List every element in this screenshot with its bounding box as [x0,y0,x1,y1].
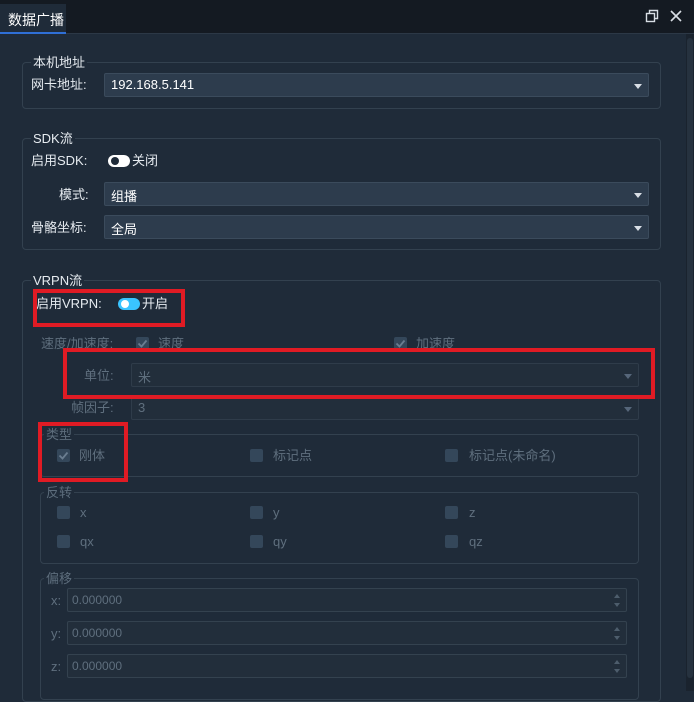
enable-sdk-state: 关闭 [132,153,159,168]
restore-icon[interactable] [645,9,659,23]
mode-value: 组播 [111,189,138,204]
vertical-scrollbar[interactable] [686,34,694,691]
sdk-stream-legend: SDK流 [31,131,75,147]
invert-qx-label: qx [80,534,94,549]
highlight-unit [63,348,655,399]
panel-titlebar: 数据广播 [0,0,694,34]
chevron-down-icon [634,193,642,198]
spin-up-icon[interactable] [614,627,620,631]
marker-unnamed-checkbox[interactable] [445,449,458,462]
offset-y-spinbox[interactable]: 0.000000 [67,621,627,645]
invert-qz-label: qz [469,534,483,549]
close-icon[interactable] [669,9,683,23]
skeleton-coord-combo[interactable]: 全局 [104,215,649,239]
mode-label: 模式: [59,187,89,202]
chevron-down-icon [634,226,642,231]
tab-label: 数据广播 [8,12,64,28]
invert-x-checkbox[interactable] [57,506,70,519]
toggle-knob [111,157,119,165]
tab-data-broadcast[interactable]: 数据广播 [0,4,66,34]
nic-address-value: 192.168.5.141 [111,77,195,92]
offset-x-value: 0.000000 [72,593,123,607]
offset-x-spinbox[interactable]: 0.000000 [67,588,627,612]
enable-sdk-toggle[interactable] [108,155,130,167]
invert-qz-checkbox[interactable] [445,535,458,548]
skeleton-coord-value: 全局 [111,222,138,237]
offset-y-value: 0.000000 [72,626,123,640]
invert-legend: 反转 [44,485,75,501]
frame-factor-label: 帧因子: [71,400,114,415]
frame-factor-combo[interactable]: 3 [131,396,639,420]
skeleton-coord-label: 骨骼坐标: [31,220,87,235]
offset-z-value: 0.000000 [72,659,123,673]
spin-up-icon[interactable] [614,660,620,664]
local-address-legend: 本机地址 [31,55,88,71]
spin-up-icon[interactable] [614,594,620,598]
offset-x-label: x: [51,593,62,608]
offset-y-label: y: [51,626,62,641]
nic-address-label: 网卡地址: [31,77,87,92]
marker-label: 标记点 [273,448,313,463]
scrollbar-thumb[interactable] [687,38,693,678]
offset-legend: 偏移 [44,571,75,587]
invert-group [40,492,639,564]
chevron-down-icon [624,407,632,412]
invert-y-checkbox[interactable] [250,506,263,519]
spin-down-icon[interactable] [614,603,620,607]
invert-y-label: y [273,505,280,520]
offset-z-label: z: [51,659,62,674]
marker-unnamed-label: 标记点(未命名) [469,448,556,463]
spin-down-icon[interactable] [614,636,620,640]
invert-qy-checkbox[interactable] [250,535,263,548]
mode-combo[interactable]: 组播 [104,182,649,206]
invert-x-label: x [80,505,87,520]
spin-down-icon[interactable] [614,669,620,673]
marker-checkbox[interactable] [250,449,263,462]
invert-qy-label: qy [273,534,287,549]
frame-factor-value: 3 [138,400,146,415]
chevron-down-icon [634,84,642,89]
highlight-enable-vrpn [33,289,185,327]
invert-z-label: z [469,505,476,520]
offset-z-spinbox[interactable]: 0.000000 [67,654,627,678]
vrpn-stream-legend: VRPN流 [31,273,85,289]
highlight-rigid-body [38,422,128,482]
invert-qx-checkbox[interactable] [57,535,70,548]
nic-address-combo[interactable]: 192.168.5.141 [104,73,649,97]
enable-sdk-label: 启用SDK: [31,153,88,168]
invert-z-checkbox[interactable] [445,506,458,519]
